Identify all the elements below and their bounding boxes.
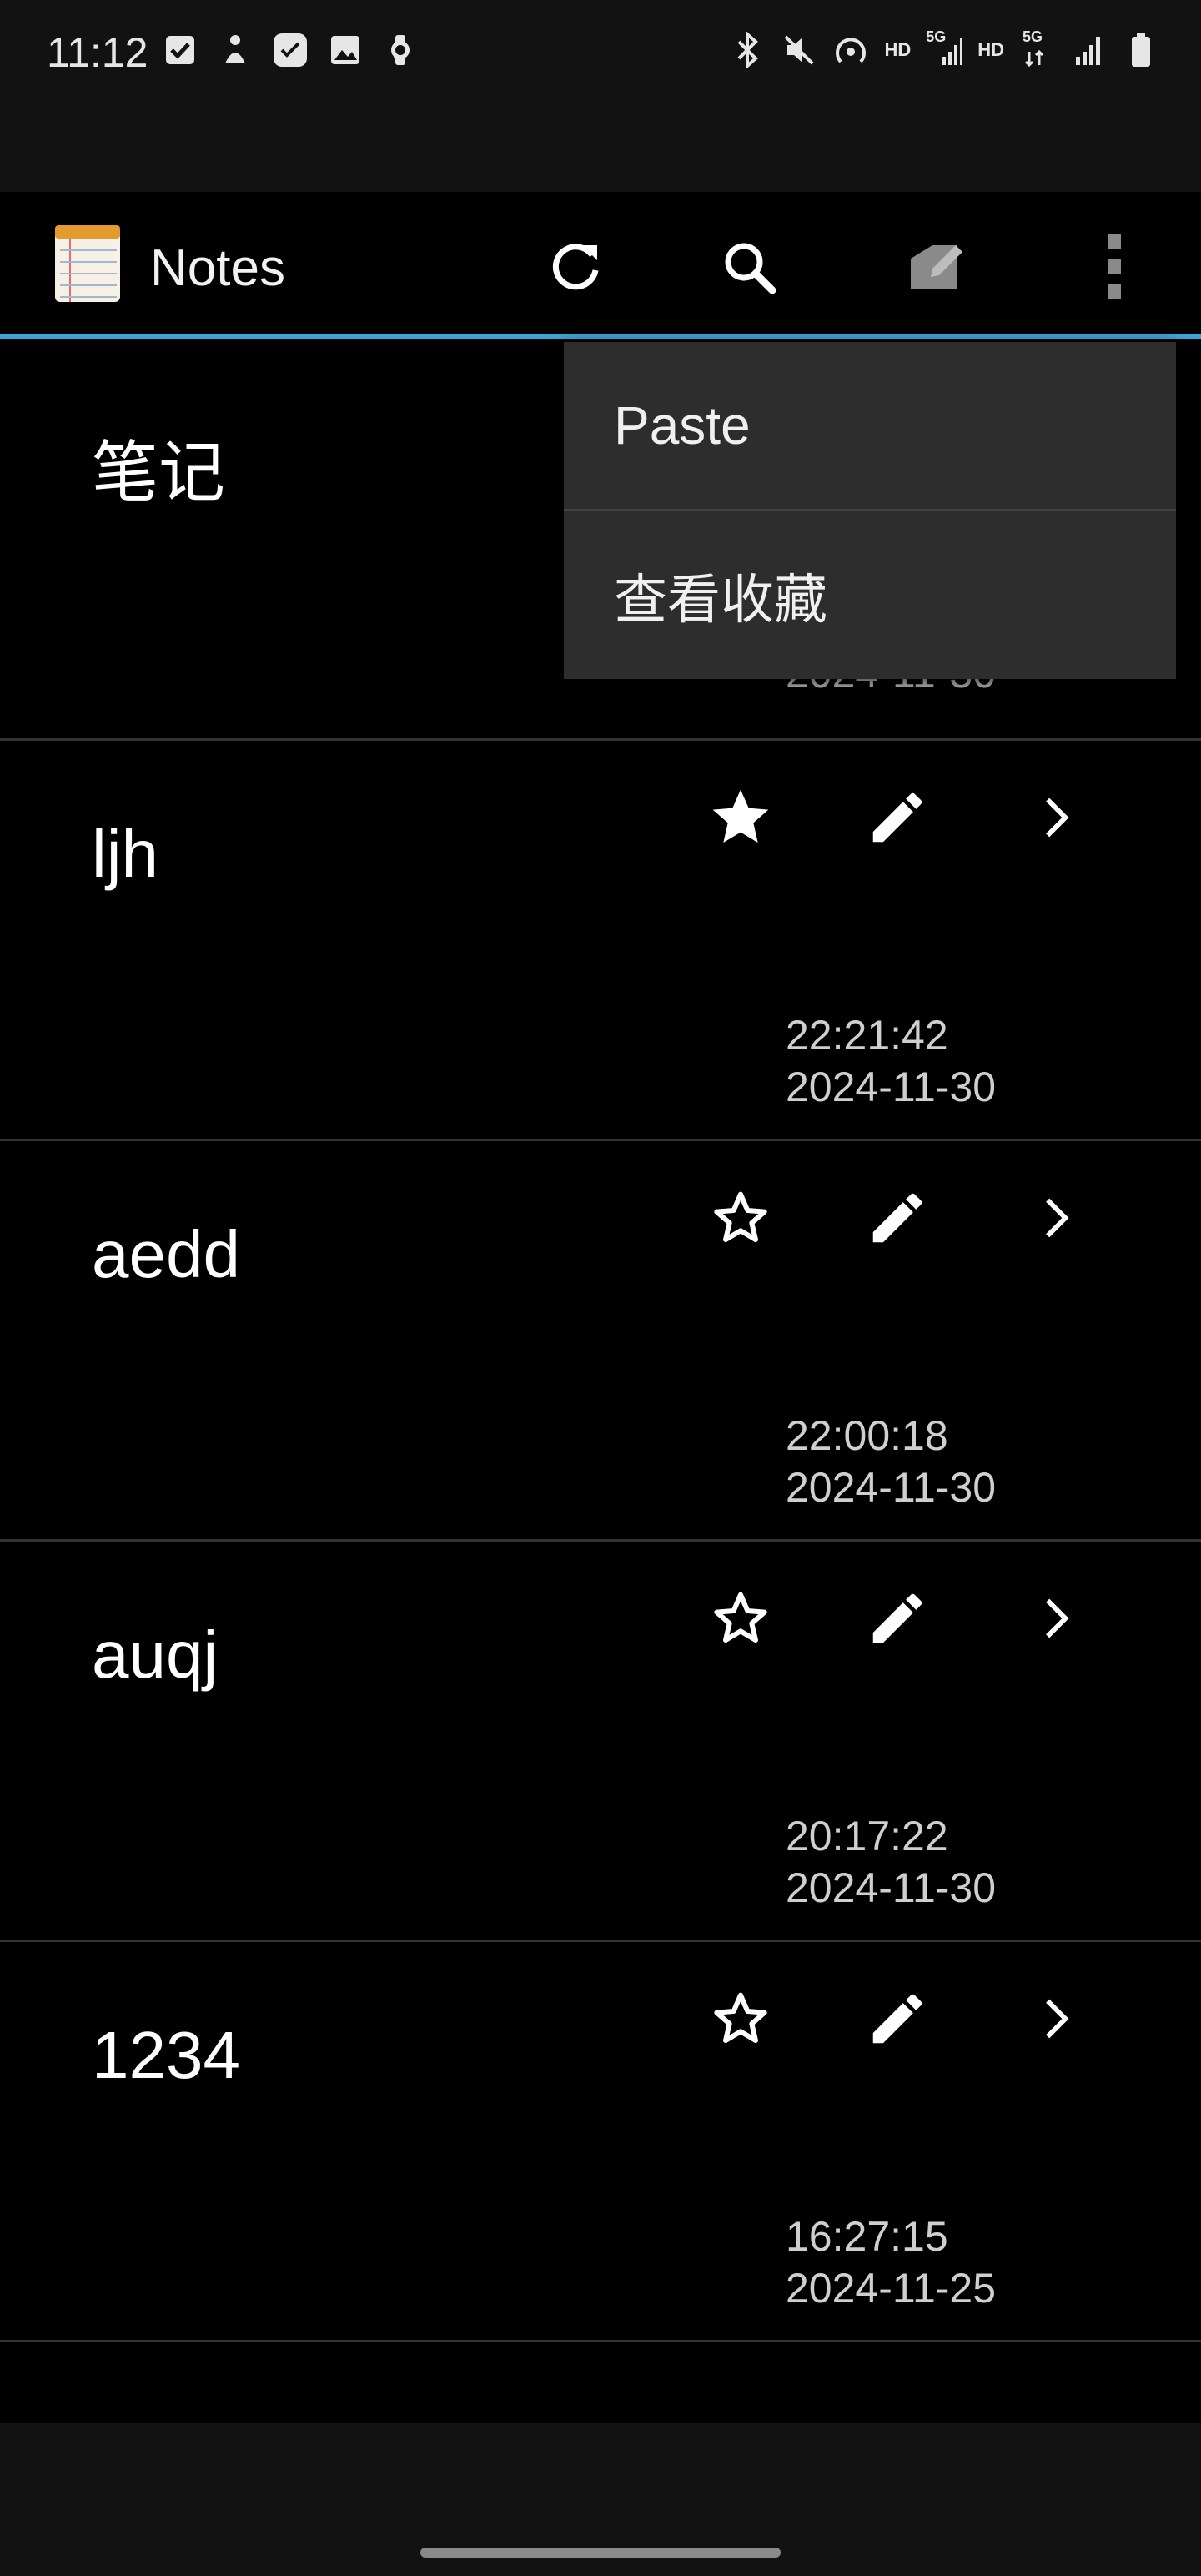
hotspot-icon [832, 32, 869, 68]
note-title: aedd [92, 1217, 240, 1291]
mute-icon [781, 32, 817, 68]
hd-label: HD [884, 39, 912, 60]
chevron-right-icon [1046, 1999, 1069, 2039]
refresh-icon [552, 244, 599, 290]
more-options-button[interactable] [1073, 225, 1156, 309]
app-bar: Notes [0, 192, 1201, 337]
open-note-button[interactable] [1019, 782, 1089, 853]
net-label: 5G [926, 28, 947, 45]
list-item[interactable]: 1234 16:27:15 2024-11-25 [0, 1942, 1201, 2342]
search-icon [725, 243, 776, 294]
note-timestamp: 20:17:22 2024-11-30 [786, 1810, 996, 1914]
edit-button[interactable] [862, 782, 932, 853]
favorite-button[interactable] [706, 1183, 776, 1253]
checkbox-icon [162, 32, 198, 68]
edit-button[interactable] [862, 1183, 932, 1253]
signal-5g-data-icon: 5G [1019, 28, 1056, 68]
app-title: Notes [150, 239, 285, 297]
list-item[interactable]: aedd 22:00:18 2024-11-30 [0, 1141, 1201, 1542]
new-note-button[interactable] [894, 225, 977, 309]
note-title: 1234 [92, 2018, 240, 2092]
note-time: 20:17:22 [786, 1813, 948, 1859]
note-title: auqj [92, 1618, 219, 1692]
note-time: 16:27:15 [786, 2213, 948, 2260]
pencil-icon [872, 1593, 922, 1643]
note-timestamp: 22:00:18 2024-11-30 [786, 1410, 996, 1513]
system-status-icons: HD 5G HD 5G [729, 28, 1159, 68]
open-note-button[interactable] [1019, 1984, 1089, 2054]
note-date: 2024-11-25 [786, 2265, 997, 2312]
list-item[interactable]: ljh 22:21:42 2024-11-30 [0, 741, 1201, 1141]
star-outline-icon [714, 1592, 767, 1643]
chevron-right-icon [1046, 797, 1069, 838]
refresh-button[interactable] [534, 225, 617, 309]
favorite-button[interactable] [706, 782, 776, 853]
star-outline-icon [714, 1992, 767, 2043]
new-note-icon [911, 245, 962, 289]
note-time: 22:21:42 [786, 1012, 948, 1059]
edit-button[interactable] [862, 1984, 932, 2054]
open-note-button[interactable] [1019, 1183, 1089, 1253]
chevron-right-icon [1046, 1598, 1069, 1638]
watch-icon [382, 32, 419, 68]
pencil-icon [872, 792, 922, 843]
note-title: 笔记 [92, 435, 225, 510]
pencil-icon [872, 1193, 922, 1243]
home-indicator[interactable] [420, 2548, 781, 2558]
bluetooth-icon [729, 32, 766, 68]
battery-icon [1123, 32, 1159, 68]
note-timestamp: 16:27:15 2024-11-25 [786, 2211, 996, 2314]
status-time: 11:12 [47, 29, 148, 76]
signal-5g-icon: 5G [926, 28, 963, 68]
menu-item-view-favorites[interactable]: 查看收藏 [564, 512, 1176, 679]
note-timestamp: 22:21:42 2024-11-30 [786, 1009, 996, 1113]
menu-item-paste[interactable]: Paste [564, 342, 1176, 509]
notification-icons [162, 32, 419, 68]
note-title: ljh [92, 817, 159, 891]
favorite-button[interactable] [706, 1984, 776, 2054]
note-date: 2024-11-30 [786, 1464, 997, 1511]
star-filled-icon [712, 789, 769, 843]
net-label: 5G [1023, 28, 1043, 45]
signal-icon [1071, 32, 1108, 68]
favorite-button[interactable] [706, 1583, 776, 1653]
notepad-icon [53, 224, 122, 304]
note-date: 2024-11-30 [786, 1864, 997, 1911]
message-icon [272, 32, 309, 68]
pencil-icon [872, 1994, 922, 2044]
hd-label: HD [977, 39, 1004, 60]
menu-divider [564, 509, 1176, 511]
note-date: 2024-11-30 [786, 1064, 997, 1110]
star-outline-icon [714, 1191, 767, 1242]
more-options-icon [1108, 234, 1121, 299]
overflow-menu: Paste 查看收藏 [564, 342, 1176, 679]
status-bar: 11:12 HD 5G HD 5G [0, 0, 1201, 192]
gallery-icon [327, 32, 364, 68]
search-button[interactable] [707, 225, 791, 309]
note-time: 22:00:18 [786, 1412, 948, 1459]
open-note-button[interactable] [1019, 1583, 1089, 1653]
chevron-right-icon [1046, 1198, 1069, 1238]
edit-button[interactable] [862, 1583, 932, 1653]
list-item[interactable]: auqj 20:17:22 2024-11-30 [0, 1542, 1201, 1942]
figure-icon [217, 32, 254, 68]
